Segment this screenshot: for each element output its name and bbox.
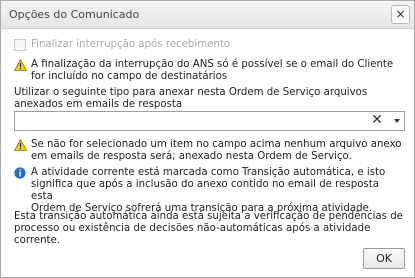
transition-note: Esta transição automática ainda está suj… <box>14 211 404 247</box>
title-bar: Opções do Comunicado × <box>1 1 414 29</box>
clear-icon[interactable]: ✕ <box>370 112 384 130</box>
automatic-transition-info-line1: A atividade corrente está marcada como T… <box>31 167 386 178</box>
no-attachment-warning-line1: Se não for selecionado um item no campo … <box>31 139 402 150</box>
finalize-interruption-option: Finalizar interrupção após recebimento <box>14 39 404 51</box>
warning-triangle-icon <box>14 139 27 151</box>
attachment-type-label-line1: Utilizar o seguinte tipo para anexar nes… <box>14 87 368 98</box>
transition-note-line3: corrente. <box>14 235 61 246</box>
transition-note-line1: Esta transição automática ainda está suj… <box>14 211 403 222</box>
ok-button[interactable]: OK <box>363 248 405 269</box>
finalize-interruption-label: Finalizar interrupção após recebimento <box>31 39 231 50</box>
transition-note-line2: processo ou existência de decisões não-a… <box>14 223 371 234</box>
no-attachment-warning: Se não for selecionado um item no campo … <box>14 139 404 163</box>
close-button[interactable]: × <box>391 5 410 24</box>
no-attachment-warning-line2: em emails de resposta será; anexado nest… <box>31 151 352 162</box>
chevron-down-icon[interactable] <box>394 119 400 123</box>
dialog-title: Opções do Comunicado <box>9 8 140 21</box>
warning-triangle-icon <box>14 59 27 71</box>
options-dialog: Opções do Comunicado × Finalizar interru… <box>0 0 415 278</box>
info-circle-icon <box>14 167 26 179</box>
ans-warning-line2: for incluído no campo de destinatários <box>31 71 228 82</box>
finalize-interruption-checkbox[interactable] <box>14 39 26 51</box>
ans-warning-message: A finalização da interrupção do ANS só é… <box>14 59 404 83</box>
attachment-type-select[interactable]: ✕ <box>14 111 405 131</box>
attachment-type-label-line2: anexados em emails de resposta <box>14 99 183 110</box>
attachment-type-label: Utilizar o seguinte tipo para anexar nes… <box>14 87 404 111</box>
automatic-transition-info-line2: significa que após a inclusão do anexo c… <box>31 179 379 202</box>
automatic-transition-info: A atividade corrente está marcada como T… <box>14 167 404 214</box>
ans-warning-line1: A finalização da interrupção do ANS só é… <box>31 59 394 70</box>
